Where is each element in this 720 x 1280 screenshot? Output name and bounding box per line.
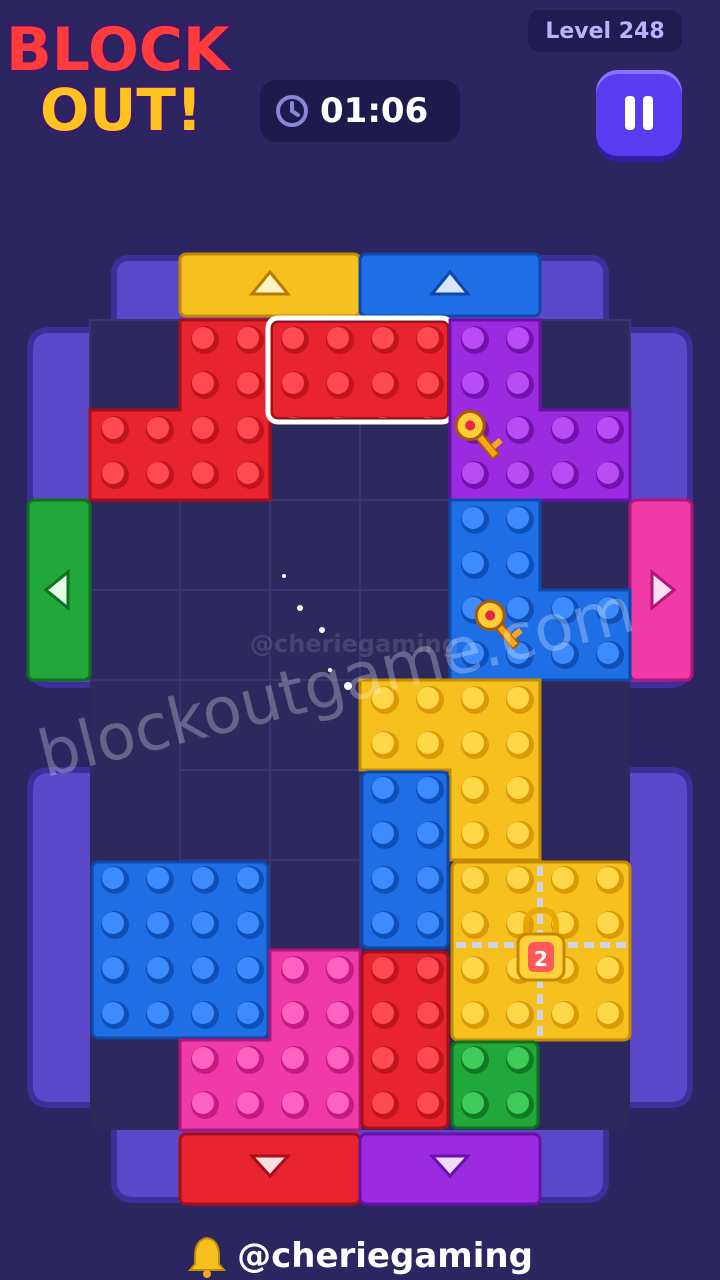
footer-handle: @cheriegaming [237, 1236, 533, 1276]
gate-top-yellow[interactable] [178, 252, 362, 318]
gate-bottom-red[interactable] [178, 1132, 362, 1206]
block-blue-vertical[interactable] [360, 770, 450, 950]
block-blue-square[interactable] [90, 860, 270, 1040]
block-red-vertical[interactable] [360, 950, 450, 1130]
lock-counter: 2 [534, 947, 548, 971]
gate-top-blue[interactable] [358, 252, 542, 318]
gate-right-pink[interactable] [628, 498, 694, 682]
gate-bottom-purple[interactable] [358, 1132, 542, 1206]
block-green-small[interactable] [450, 1040, 540, 1130]
bell-icon [187, 1236, 227, 1278]
block-yellow-locked[interactable]: 2 [450, 860, 632, 1042]
gate-left-green[interactable] [26, 498, 92, 682]
block-red-bar-selected[interactable] [265, 315, 455, 425]
footer: @cheriegaming [0, 1232, 720, 1280]
